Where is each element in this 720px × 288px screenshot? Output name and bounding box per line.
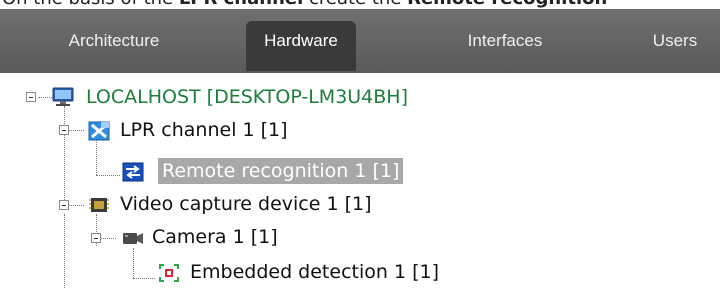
caption-middle: create the — [303, 0, 407, 9]
tab-users[interactable]: Users — [630, 21, 720, 71]
tab-hardware[interactable]: Hardware — [246, 21, 356, 71]
tree-node-remote-recognition[interactable]: Remote recognition 1 [1] — [158, 158, 404, 184]
computer-icon — [52, 87, 74, 107]
tree-guide — [133, 248, 134, 278]
collapse-toggle-camera[interactable] — [91, 233, 101, 243]
collapse-toggle-localhost[interactable] — [26, 92, 36, 102]
collapse-toggle-video-capture[interactable] — [59, 200, 69, 210]
tree-node-video-capture-device[interactable]: Video capture device 1 [1] — [120, 191, 372, 217]
app-window: On the basis of the LPR channel create t… — [0, 0, 720, 288]
tree-node-localhost[interactable]: LOCALHOST [DESKTOP-LM3U4BH] — [86, 84, 408, 110]
tree-node-embedded-detection[interactable]: Embedded detection 1 [1] — [190, 259, 439, 285]
tree-guide — [96, 175, 120, 176]
caption-bold-lpr: LPR channel — [179, 0, 303, 9]
tree-guide — [96, 139, 97, 175]
tree-guide — [38, 97, 52, 98]
tree-guide — [133, 278, 155, 279]
tab-bar: Architecture Hardware Interfaces Users — [0, 9, 720, 73]
remote-recognition-icon — [122, 162, 144, 182]
tab-architecture[interactable]: Architecture — [8, 21, 220, 71]
caption-prefix: On the basis of the — [2, 0, 179, 9]
tree-node-lpr-channel[interactable]: LPR channel 1 [1] — [120, 117, 288, 143]
instruction-caption: On the basis of the LPR channel create t… — [0, 0, 720, 9]
embedded-detection-icon — [158, 263, 180, 283]
caption-bold-remote: Remote recognition — [407, 0, 607, 9]
lpr-channel-icon — [88, 121, 110, 141]
tree-guide — [64, 214, 65, 288]
video-capture-board-icon — [88, 195, 110, 215]
tab-interfaces[interactable]: Interfaces — [430, 21, 580, 71]
camera-icon — [122, 228, 144, 248]
hardware-tree: LOCALHOST [DESKTOP-LM3U4BH] LPR channel … — [0, 73, 720, 288]
collapse-toggle-lpr-channel[interactable] — [59, 125, 69, 135]
tree-guide — [64, 106, 65, 200]
tree-node-camera[interactable]: Camera 1 [1] — [152, 224, 278, 250]
